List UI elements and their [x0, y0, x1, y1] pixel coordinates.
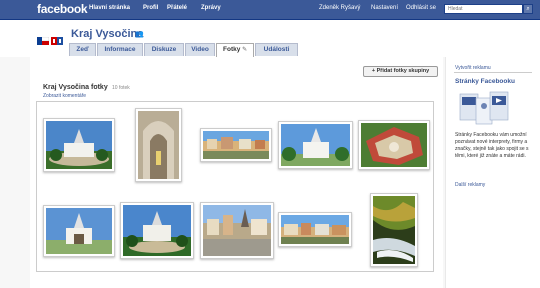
people-icon: 👥: [135, 31, 144, 38]
photo-thumbnail[interactable]: [358, 120, 430, 170]
tab-video[interactable]: Video: [185, 43, 215, 56]
photo-thumbnail[interactable]: [43, 118, 115, 172]
tab-photos[interactable]: Fotky ✎: [216, 43, 254, 57]
search-icon: ⌕: [526, 6, 530, 12]
flag-icon: [36, 32, 50, 45]
album-photo-count: 10 fotek: [112, 85, 130, 91]
top-navigation-bar: facebook Hlavní stránka Profil Přátelé Z…: [0, 0, 540, 20]
user-name-link[interactable]: Zdeněk Ryšavý: [319, 5, 360, 11]
tab-wall[interactable]: Zeď: [69, 43, 96, 56]
more-ads-link[interactable]: Další reklamy: [455, 182, 485, 188]
add-photos-button[interactable]: + Přidat fotky skupiny: [363, 66, 438, 77]
photo-thumbnail[interactable]: [278, 121, 353, 169]
sidebar-ad-text: Stránky Facebooku vám umožní poznávat no…: [455, 132, 529, 159]
photo-thumbnail[interactable]: [370, 193, 418, 267]
album-title: Kraj Vysočina fotky: [43, 84, 108, 91]
photo-thumbnail[interactable]: [120, 202, 194, 259]
nav-profile-link[interactable]: Profil: [143, 5, 158, 11]
show-comments-link[interactable]: Zobrazit komentáře: [43, 93, 86, 99]
nav-friends-link[interactable]: Přátelé: [167, 5, 187, 11]
create-ad-link[interactable]: Vytvořit reklamu: [455, 65, 491, 71]
pencil-icon[interactable]: ✎: [242, 47, 247, 53]
logout-link[interactable]: Odhlásit se: [406, 5, 436, 11]
facebook-pages-illustration[interactable]: [458, 90, 510, 128]
settings-link[interactable]: Nastavení: [371, 5, 398, 11]
search-input[interactable]: [444, 4, 523, 14]
facebook-logo[interactable]: facebook: [37, 2, 88, 16]
tab-discussion[interactable]: Diskuze: [144, 43, 184, 56]
photo-thumbnail[interactable]: [278, 212, 352, 247]
tab-photos-label: Fotky: [223, 46, 241, 53]
coat-of-arms-icon: [51, 32, 63, 45]
photo-thumbnail[interactable]: [135, 108, 182, 182]
nav-messages-link[interactable]: Zprávy: [201, 5, 221, 11]
page-title[interactable]: Kraj Vysočina: [71, 28, 143, 40]
search-button[interactable]: ⌕: [523, 4, 533, 14]
photo-thumbnail[interactable]: [200, 128, 272, 162]
photo-thumbnail[interactable]: [43, 205, 115, 257]
photo-thumbnail[interactable]: [200, 202, 274, 259]
sidebar-divider: [454, 72, 532, 73]
sidebar-ad-title[interactable]: Stránky Facebooku: [455, 78, 515, 85]
nav-home-link[interactable]: Hlavní stránka: [89, 5, 130, 11]
tab-events[interactable]: Události: [255, 43, 298, 56]
tab-info[interactable]: Informace: [97, 43, 143, 56]
